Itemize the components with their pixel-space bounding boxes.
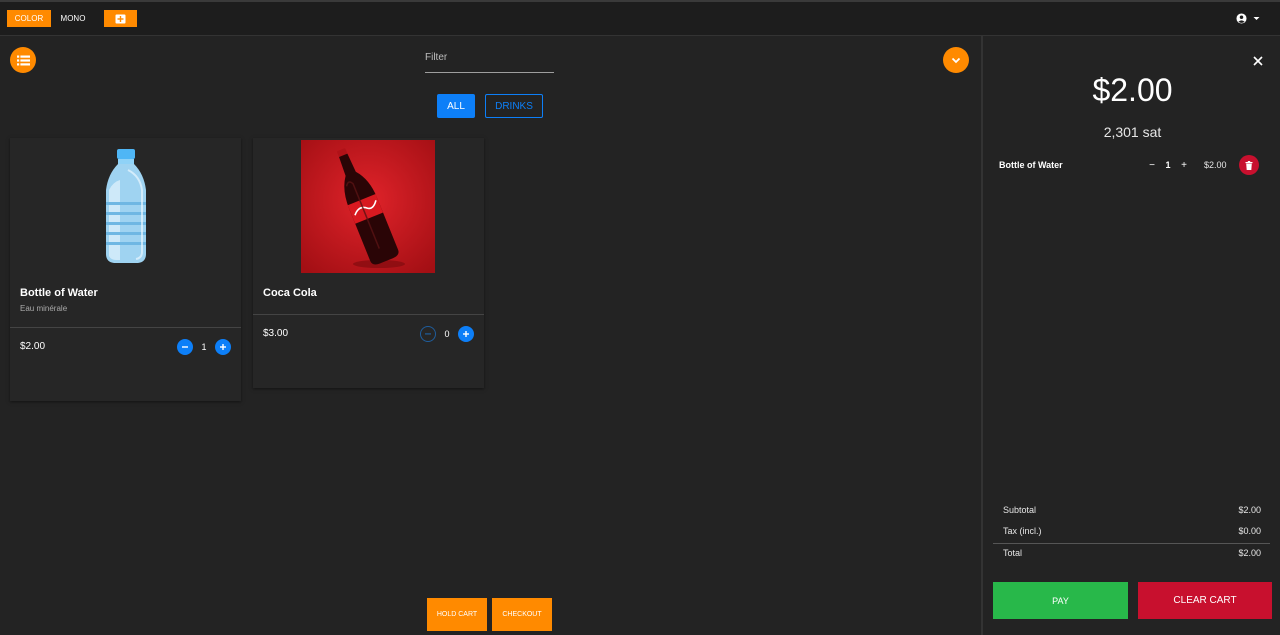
product-price: $3.00 xyxy=(263,328,289,339)
chevron-down-icon xyxy=(951,57,961,63)
caret-down-icon xyxy=(1253,17,1260,20)
list-icon xyxy=(16,55,30,65)
cart-total-sats: 2,301 sat xyxy=(1103,124,1162,140)
plus-icon xyxy=(220,344,226,350)
hold-cart-button[interactable]: HOLD CART xyxy=(427,598,487,631)
product-title: Coca Cola xyxy=(263,287,317,299)
product-price: $2.00 xyxy=(20,341,46,352)
quantity-stepper: 1 xyxy=(177,339,231,355)
line-item-name: Bottle of Water xyxy=(999,160,1063,170)
tax-value: $0.00 xyxy=(1238,526,1261,536)
coca-cola-bottle-image xyxy=(301,140,435,273)
checkout-button[interactable]: CHECKOUT xyxy=(492,598,552,631)
summary-divider xyxy=(993,543,1270,544)
tax-label: Tax (incl.) xyxy=(1003,526,1042,536)
subtotal-value: $2.00 xyxy=(1238,505,1261,515)
pay-button[interactable]: PAY xyxy=(993,582,1128,619)
line-item-quantity: 1 xyxy=(1165,160,1171,170)
account-circle-icon xyxy=(1236,13,1247,24)
plus-icon xyxy=(463,331,469,337)
list-view-button[interactable] xyxy=(10,47,36,73)
remove-item-button[interactable] xyxy=(1238,155,1259,175)
total-value: $2.00 xyxy=(1238,548,1261,558)
cart-total-amount: $2.00 xyxy=(1092,72,1173,108)
products-area: ALL DRINKS Bottle of Water Eau minérale … xyxy=(0,36,981,635)
quantity-value: 1 xyxy=(201,342,207,352)
add-box-icon xyxy=(115,14,126,23)
product-card-water[interactable]: Bottle of Water Eau minérale $2.00 1 xyxy=(10,138,241,401)
top-bar: COLOR MONO xyxy=(0,0,1280,36)
minus-icon xyxy=(182,346,188,348)
line-item-decrease-button[interactable]: − xyxy=(1144,160,1160,171)
minus-icon xyxy=(425,333,431,335)
tax-row: Tax (incl.) $0.00 xyxy=(1003,526,1261,536)
filter-input[interactable] xyxy=(425,48,554,73)
category-tab-drinks[interactable]: DRINKS xyxy=(485,94,543,118)
line-item-quantity-stepper: − 1 + xyxy=(1144,160,1192,171)
add-box-button[interactable] xyxy=(104,10,137,27)
total-row: Total $2.00 xyxy=(1003,548,1261,558)
decrease-button[interactable] xyxy=(420,326,436,342)
subtotal-label: Subtotal xyxy=(1003,505,1037,515)
cart-panel: $2.00 2,301 sat Bottle of Water − 1 + $2… xyxy=(981,36,1280,635)
close-cart-button[interactable] xyxy=(1250,53,1266,69)
color-mode-button[interactable]: COLOR xyxy=(7,10,51,27)
product-subtitle: Eau minérale xyxy=(20,304,68,313)
line-item-increase-button[interactable]: + xyxy=(1176,160,1192,171)
divider xyxy=(253,314,484,315)
quantity-stepper: 0 xyxy=(420,326,474,342)
line-item-price: $2.00 xyxy=(1204,160,1227,170)
trash-icon xyxy=(1245,160,1253,170)
total-label: Total xyxy=(1003,548,1023,558)
product-title: Bottle of Water xyxy=(20,287,98,299)
close-icon xyxy=(1253,56,1263,66)
mono-mode-button[interactable]: MONO xyxy=(56,10,90,27)
decrease-button[interactable] xyxy=(177,339,193,355)
increase-button[interactable] xyxy=(215,339,231,355)
collapse-button[interactable] xyxy=(943,47,969,73)
divider xyxy=(10,327,241,328)
product-card-coca-cola[interactable]: Coca Cola $3.00 0 xyxy=(253,138,484,388)
subtotal-row: Subtotal $2.00 xyxy=(1003,505,1261,515)
clear-cart-button[interactable]: CLEAR CART xyxy=(1138,582,1272,619)
category-tab-all[interactable]: ALL xyxy=(437,94,475,118)
water-bottle-image xyxy=(58,140,192,273)
account-menu[interactable] xyxy=(1236,13,1260,24)
increase-button[interactable] xyxy=(458,326,474,342)
quantity-value: 0 xyxy=(444,329,450,339)
cart-line-item: Bottle of Water − 1 + $2.00 xyxy=(999,155,1265,175)
